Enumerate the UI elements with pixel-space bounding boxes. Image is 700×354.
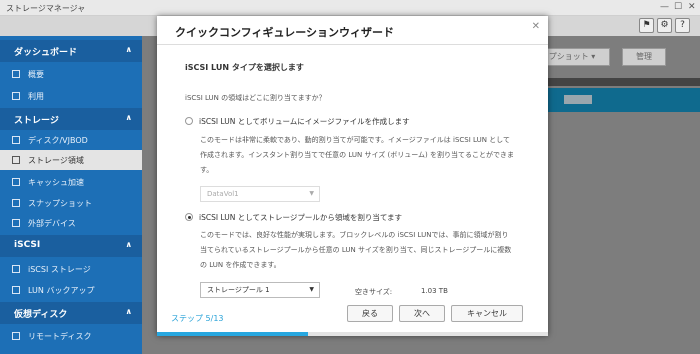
chevron-up-icon: ∧ <box>125 240 133 249</box>
option-storage-pool-radio[interactable] <box>185 213 193 221</box>
option-image-file-desc: このモードは非常に柔軟であり、動的割り当てが可能です。イメージファイルは iSC… <box>200 136 515 174</box>
free-size-value: 1.03 TB <box>421 287 448 295</box>
sidebar-item-snapshot[interactable]: スナップショット <box>0 193 142 213</box>
close-icon[interactable]: ✕ <box>688 2 696 12</box>
chart-icon <box>12 92 20 100</box>
step-title: iSCSI LUN タイプを選択します <box>185 63 304 72</box>
sidebar-section-iscsi[interactable]: iSCSI ∧ <box>0 235 142 257</box>
gear-icon[interactable]: ⚙ <box>657 18 672 33</box>
sidebar-item-external-device[interactable]: 外部デバイス <box>0 213 142 233</box>
sidebar-item-overview[interactable]: 概要 <box>0 64 142 84</box>
minimize-icon[interactable]: — <box>660 2 669 12</box>
sidebar-item-usage[interactable]: 利用 <box>0 86 142 106</box>
maximize-icon[interactable]: ☐ <box>674 2 682 12</box>
chevron-down-icon: ▼ <box>309 190 314 197</box>
free-size-label: 空きサイズ: <box>355 288 393 296</box>
cancel-button[interactable]: キャンセル <box>451 305 523 322</box>
chevron-up-icon: ∧ <box>125 307 133 316</box>
dialog-header: クイックコンフィギュレーションウィザード ✕ <box>157 16 548 45</box>
back-button[interactable]: 戻る <box>347 305 393 322</box>
table-header <box>522 78 700 86</box>
overview-icon <box>12 70 20 78</box>
option-image-file-radio[interactable] <box>185 117 193 125</box>
sidebar-item-iscsi-storage[interactable]: iSCSI ストレージ <box>0 259 142 279</box>
option-storage-pool-label[interactable]: iSCSI LUN としてストレージプールから領域を割り当てます <box>199 212 402 223</box>
wizard-progress-bar <box>157 332 548 336</box>
remote-disk-icon <box>12 332 20 340</box>
backup-icon <box>12 286 20 294</box>
chevron-down-icon: ▼ <box>309 286 314 293</box>
disk-icon <box>12 136 20 144</box>
sidebar-section-storage[interactable]: ストレージ ∧ <box>0 108 142 130</box>
storage-pool-select[interactable]: ストレージプール 1 ▼ <box>200 282 320 298</box>
sidebar-item-disks[interactable]: ディスク/VJBOD <box>0 130 142 150</box>
sidebar-item-remote-disk[interactable]: リモートディスク <box>0 326 142 346</box>
window-titlebar: ストレージマネージャ — ☐ ✕ <box>0 0 700 16</box>
chevron-up-icon: ∧ <box>125 45 133 54</box>
dialog-title: クイックコンフィギュレーションウィザード <box>175 26 395 39</box>
snapshot-icon <box>12 199 20 207</box>
step-counter: ステップ 5/13 <box>171 314 224 323</box>
option-image-file-label[interactable]: iSCSI LUN としてボリュームにイメージファイルを作成します <box>199 116 410 127</box>
sidebar-item-cache[interactable]: キャッシュ加速 <box>0 172 142 192</box>
row-cell <box>564 95 592 104</box>
wizard-progress-fill <box>157 332 308 336</box>
iscsi-icon <box>12 265 20 273</box>
table-row-selected[interactable] <box>522 88 700 112</box>
next-button[interactable]: 次へ <box>399 305 445 322</box>
help-icon[interactable]: ? <box>675 18 690 33</box>
usb-icon <box>12 219 20 227</box>
sidebar: ダッシュボード ∧ 概要 利用 ストレージ ∧ ディスク/VJBOD ストレージ… <box>0 36 142 354</box>
sidebar-section-dashboard[interactable]: ダッシュボード ∧ <box>0 40 142 62</box>
manage-button[interactable]: 管理 <box>622 48 666 66</box>
chevron-up-icon: ∧ <box>125 113 133 122</box>
option-storage-pool-desc: このモードでは、良好な性能が実現します。ブロックレベルの iSCSI LUNでは… <box>200 231 512 269</box>
close-icon[interactable]: ✕ <box>532 21 540 32</box>
storage-icon <box>12 156 20 164</box>
volume-select: DataVol1 ▼ <box>200 186 320 202</box>
sidebar-item-storage-space[interactable]: ストレージ領域 <box>0 150 142 170</box>
wizard-dialog: クイックコンフィギュレーションウィザード ✕ iSCSI LUN タイプを選択し… <box>157 16 548 336</box>
notification-icon[interactable]: ⚑ <box>639 18 654 33</box>
sidebar-section-virtual-disk[interactable]: 仮想ディスク ∧ <box>0 302 142 324</box>
cache-icon <box>12 178 20 186</box>
window-title: ストレージマネージャ <box>6 4 86 13</box>
question-text: iSCSI LUN の領域はどこに割り当てますか？ <box>185 94 326 102</box>
sidebar-item-lun-backup[interactable]: LUN バックアップ <box>0 280 142 300</box>
